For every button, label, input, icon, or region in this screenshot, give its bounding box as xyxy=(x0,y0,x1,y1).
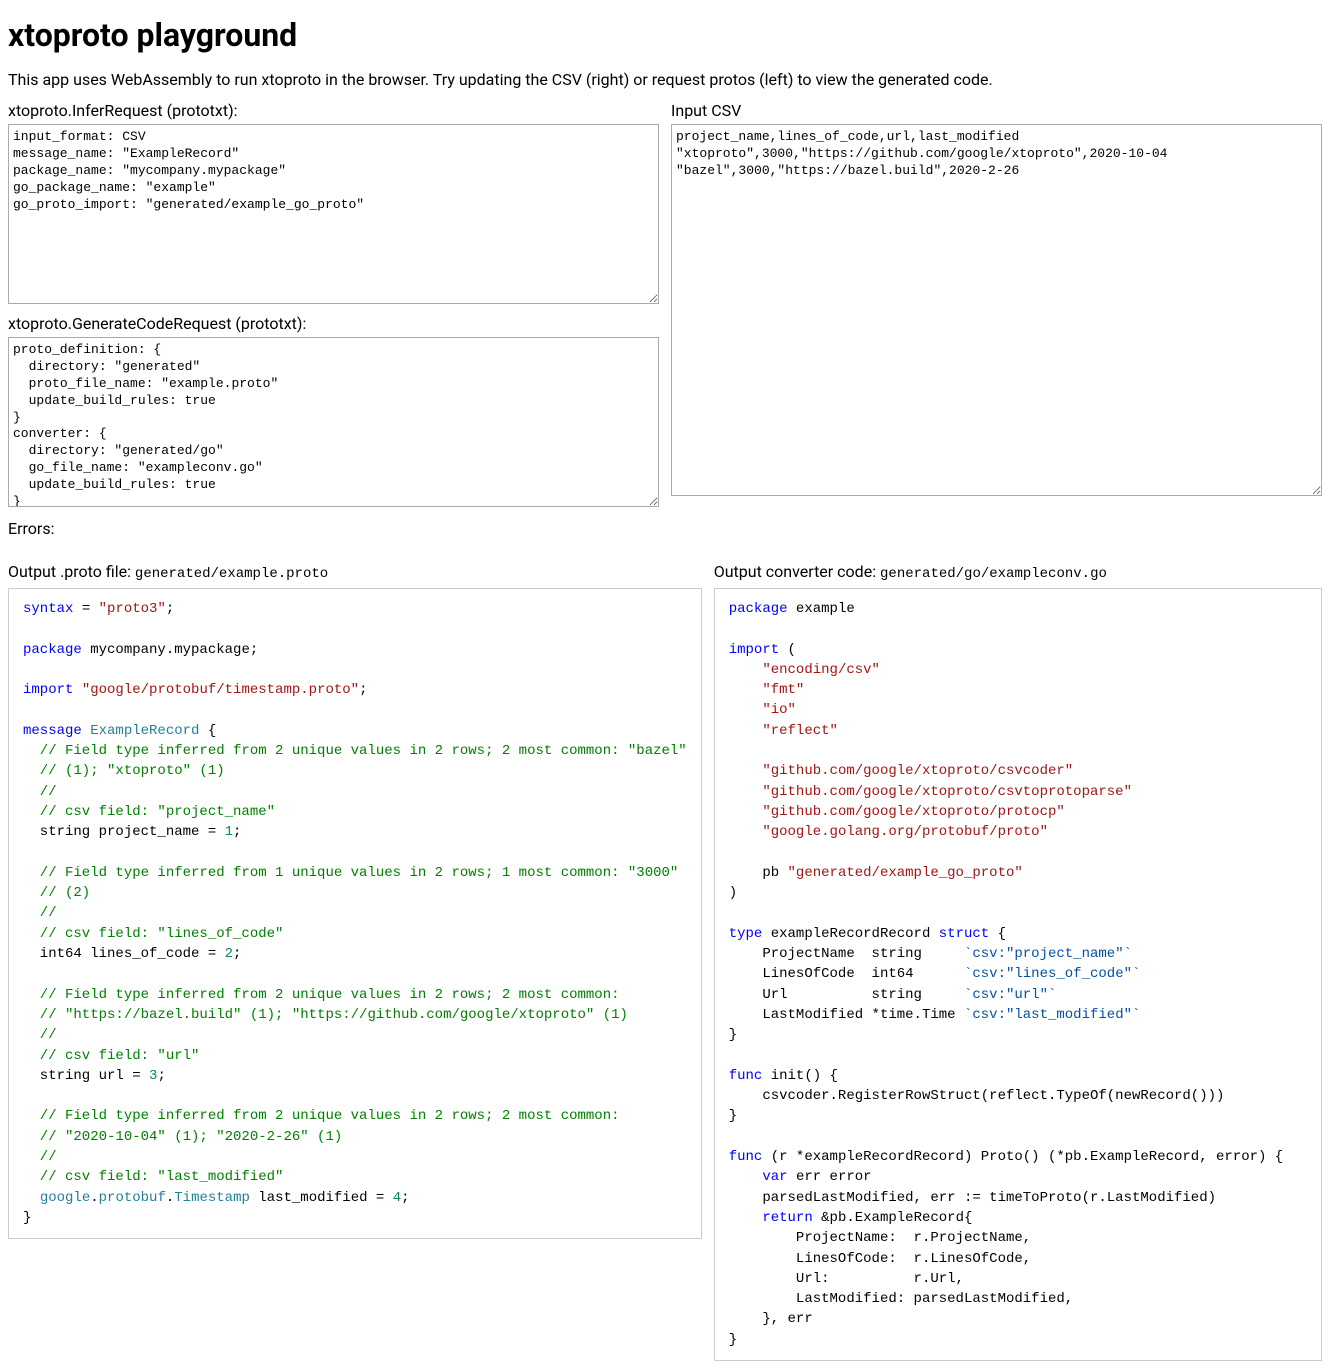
infer-request-label: xtoproto.InferRequest (prototxt): xyxy=(8,101,659,120)
output-proto-label: Output .proto file: xyxy=(8,562,135,581)
input-csv-label: Input CSV xyxy=(671,101,1322,120)
output-proto-code: syntax = "proto3"; package mycompany.myp… xyxy=(8,588,702,1239)
output-proto-path: generated/example.proto xyxy=(135,566,328,582)
input-csv-textarea[interactable] xyxy=(671,124,1322,496)
errors-label: Errors: xyxy=(8,519,54,538)
page-title: xtoproto playground xyxy=(8,16,1322,54)
infer-request-textarea[interactable] xyxy=(8,124,659,304)
output-converter-label: Output converter code: xyxy=(714,562,880,581)
generate-code-request-label: xtoproto.GenerateCodeRequest (prototxt): xyxy=(8,314,659,333)
output-converter-path: generated/go/exampleconv.go xyxy=(880,566,1107,582)
generate-code-request-textarea[interactable] xyxy=(8,337,659,507)
output-converter-code: package example import ( "encoding/csv" … xyxy=(714,588,1322,1361)
page-description: This app uses WebAssembly to run xtoprot… xyxy=(8,70,1322,89)
